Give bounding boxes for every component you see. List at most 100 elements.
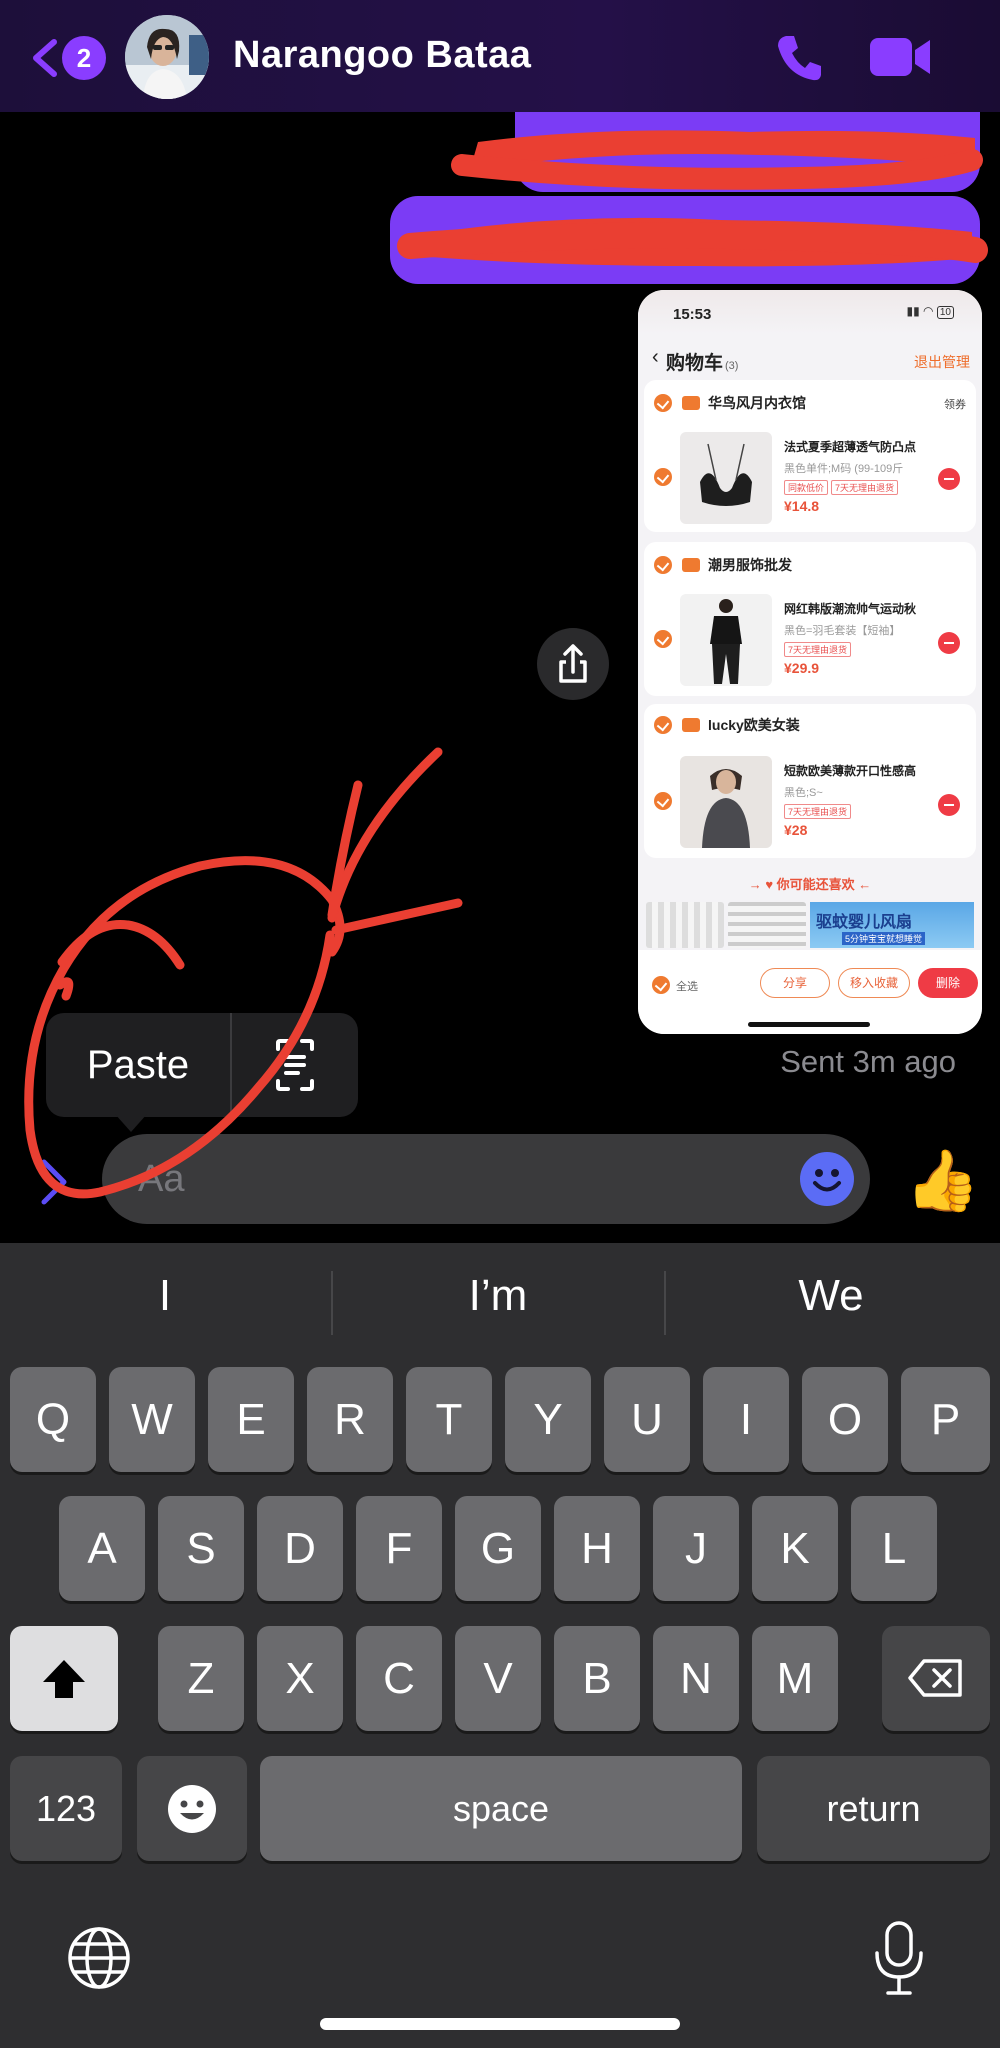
return-key[interactable]: return — [757, 1756, 990, 1861]
key-a[interactable]: A — [59, 1496, 145, 1601]
key-g[interactable]: G — [455, 1496, 541, 1601]
checkbox-icon — [652, 976, 670, 994]
emoji-button[interactable] — [800, 1152, 854, 1206]
expand-actions-button[interactable] — [36, 1156, 72, 1208]
key-x[interactable]: X — [257, 1626, 343, 1731]
key-k[interactable]: K — [752, 1496, 838, 1601]
shot-battery: ▮▮ ◠ 10 — [907, 304, 954, 319]
key-j[interactable]: J — [653, 1496, 739, 1601]
key-u[interactable]: U — [604, 1367, 690, 1472]
shot-share-pill: 分享 — [760, 968, 830, 998]
key-o[interactable]: O — [802, 1367, 888, 1472]
chevron-left-icon — [33, 39, 57, 77]
checkbox-icon — [654, 630, 672, 648]
shop-name: 华鸟风月内衣馆 — [708, 395, 806, 411]
paste-menu-item[interactable]: Paste — [46, 1013, 230, 1117]
shot-home-indicator — [748, 1022, 870, 1027]
checkbox-icon — [654, 716, 672, 734]
shot-favorite-pill: 移入收藏 — [838, 968, 910, 998]
key-l[interactable]: L — [851, 1496, 937, 1601]
ad-text: 驱蚊婴儿风扇 — [816, 914, 913, 931]
key-n[interactable]: N — [653, 1626, 739, 1731]
key-q[interactable]: Q — [10, 1367, 96, 1472]
message-input[interactable] — [138, 1152, 758, 1206]
product-title: 短款欧美薄款开口性感高 — [784, 764, 917, 778]
emoji-face-icon — [168, 1785, 216, 1833]
recommend-image — [728, 902, 806, 948]
shot-status-bar: 15:53 ▮▮ ◠ 10 — [638, 290, 982, 334]
key-e[interactable]: E — [208, 1367, 294, 1472]
dictation-button[interactable] — [868, 1919, 930, 1999]
checkbox-icon — [654, 468, 672, 486]
numbers-key[interactable]: 123 — [10, 1756, 122, 1861]
key-b[interactable]: B — [554, 1626, 640, 1731]
key-t[interactable]: T — [406, 1367, 492, 1472]
shared-image-message[interactable]: 15:53 ▮▮ ◠ 10 ‹ 购物车 (3) 退出管理 华鸟风月内衣馆 领券 法… — [638, 290, 982, 1034]
key-v[interactable]: V — [455, 1626, 541, 1731]
recommend-image — [646, 902, 724, 948]
globe-icon — [68, 1927, 130, 1989]
key-d[interactable]: D — [257, 1496, 343, 1601]
suggestion-2[interactable]: I’m — [333, 1263, 663, 1329]
sent-message-bubble[interactable] — [390, 196, 980, 284]
shot-time: 15:53 — [673, 306, 712, 323]
checkbox-icon — [654, 792, 672, 810]
key-f[interactable]: F — [356, 1496, 442, 1601]
shop-icon — [682, 718, 700, 732]
suggestion-1[interactable]: I — [0, 1263, 330, 1329]
key-c[interactable]: C — [356, 1626, 442, 1731]
audio-call-button[interactable] — [772, 30, 826, 84]
key-y[interactable]: Y — [505, 1367, 591, 1472]
shop-name: 潮男服饰批发 — [708, 557, 792, 573]
scan-text-menu-item[interactable] — [232, 1013, 358, 1117]
key-z[interactable]: Z — [158, 1626, 244, 1731]
cart-shop-card: lucky欧美女装 短款欧美薄款开口性感高 黑色;S~ 7天无理由退货 ¥28 — [644, 704, 976, 858]
emoji-keyboard-key[interactable] — [137, 1756, 247, 1861]
key-m[interactable]: M — [752, 1626, 838, 1731]
product-spec: 黑色=羽毛套装【短袖】 — [784, 625, 901, 637]
suggestion-3[interactable]: We — [666, 1263, 996, 1329]
product-spec: 黑色单件;M码 (99-109斤 — [784, 463, 904, 475]
chevron-right-icon — [41, 1159, 67, 1205]
shift-arrow-icon — [43, 1660, 85, 1698]
key-s[interactable]: S — [158, 1496, 244, 1601]
keyboard: I I’m We Q W E R T Y U I O P A S D F G H… — [0, 1243, 1000, 2048]
sent-message-bubble[interactable] — [515, 100, 980, 192]
key-i[interactable]: I — [703, 1367, 789, 1472]
key-r[interactable]: R — [307, 1367, 393, 1472]
product-tags: 7天无理由退货 — [784, 642, 854, 657]
product-spec: 黑色;S~ — [784, 787, 823, 799]
back-button[interactable]: 2 — [28, 32, 108, 84]
product-image — [680, 594, 772, 686]
share-button[interactable] — [537, 628, 609, 700]
remove-icon — [938, 794, 960, 816]
product-price: ¥28 — [784, 822, 808, 838]
smiley-icon — [813, 1169, 841, 1192]
avatar[interactable] — [125, 15, 209, 99]
product-price: ¥14.8 — [784, 498, 820, 514]
chevron-left-icon: ‹ — [652, 346, 659, 368]
backspace-icon — [908, 1659, 962, 1697]
home-indicator — [320, 2018, 680, 2030]
globe-button[interactable] — [64, 1923, 134, 1993]
contact-name[interactable]: Narangoo Bataa — [233, 34, 531, 77]
avatar-photo — [125, 15, 209, 99]
backspace-key[interactable] — [882, 1626, 990, 1731]
shop-icon — [682, 396, 700, 410]
product-tags: 7天无理由退货 — [784, 804, 854, 819]
product-image — [680, 756, 772, 848]
shot-manage: 退出管理 — [914, 354, 970, 370]
key-p[interactable]: P — [901, 1367, 990, 1472]
space-key[interactable]: space — [260, 1756, 742, 1861]
key-w[interactable]: W — [109, 1367, 195, 1472]
video-call-button[interactable] — [868, 34, 932, 80]
cart-shop-card: 潮男服饰批发 网红韩版潮流帅气运动秋 黑色=羽毛套装【短袖】 7天无理由退货 ¥… — [644, 542, 976, 696]
unread-badge: 2 — [62, 36, 106, 80]
sent-status: Sent 3m ago — [780, 1044, 956, 1079]
remove-icon — [938, 632, 960, 654]
product-price: ¥29.9 — [784, 660, 820, 676]
shift-key[interactable] — [10, 1626, 118, 1731]
like-button[interactable]: 👍 — [905, 1145, 980, 1217]
menu-pointer — [115, 1114, 147, 1132]
key-h[interactable]: H — [554, 1496, 640, 1601]
